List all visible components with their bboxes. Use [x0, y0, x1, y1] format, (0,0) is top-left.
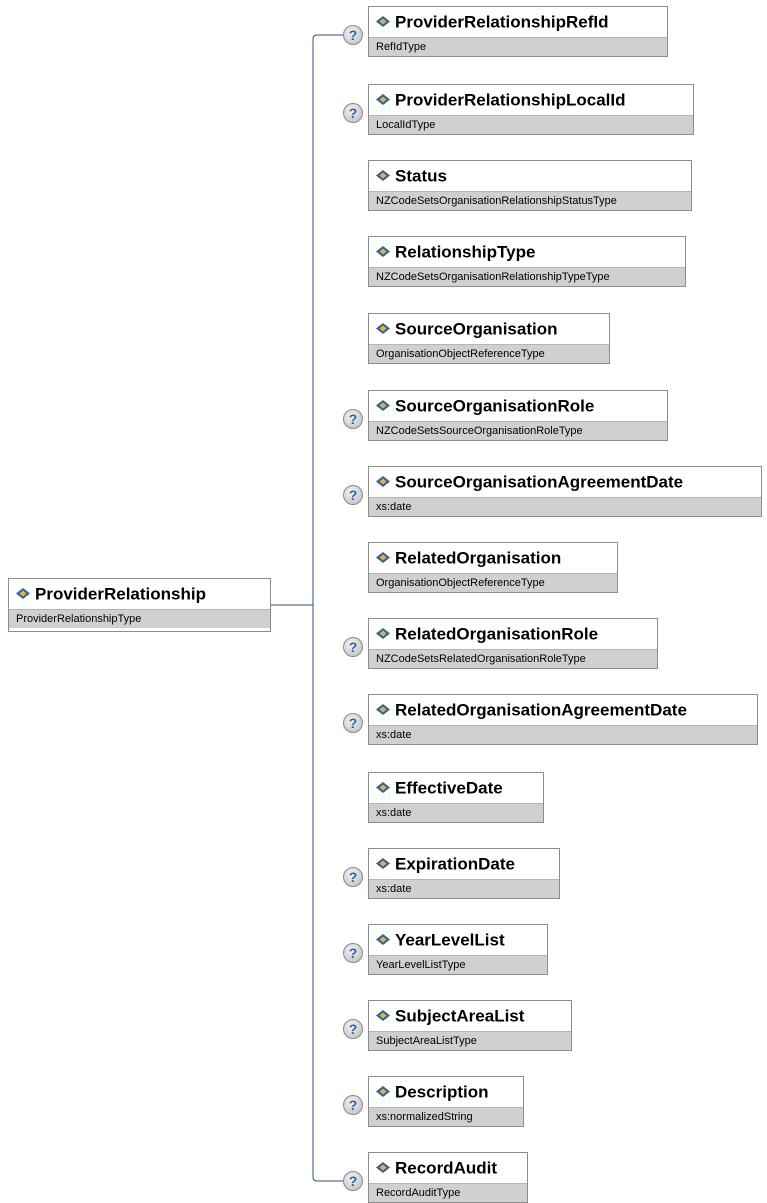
- optional-marker-icon: ?: [343, 485, 363, 505]
- root-element-title: ProviderRelationship: [9, 579, 270, 609]
- element-icon: [376, 1085, 390, 1097]
- element-name: ProviderRelationshipRefId: [395, 12, 609, 32]
- optional-marker-icon: ?: [343, 867, 363, 887]
- element-box[interactable]: EffectiveDate xs:date: [368, 772, 544, 823]
- element-box[interactable]: Description xs:normalizedString: [368, 1076, 524, 1127]
- element-box[interactable]: RelatedOrganisationAgreementDate xs:date: [368, 694, 758, 745]
- element-type: xs:date: [369, 725, 757, 744]
- element-type: RecordAuditType: [369, 1183, 527, 1202]
- element-type: RefIdType: [369, 37, 667, 56]
- element-icon: [16, 587, 30, 599]
- optional-marker-icon: ?: [343, 943, 363, 963]
- element-name: RecordAudit: [395, 1158, 497, 1178]
- element-icon: [376, 15, 390, 27]
- element-name: SourceOrganisationAgreementDate: [395, 472, 684, 492]
- element-box[interactable]: ProviderRelationshipRefId RefIdType: [368, 6, 668, 57]
- optional-marker-icon: ?: [343, 103, 363, 123]
- element-type: LocalIdType: [369, 115, 693, 134]
- element-type: xs:date: [369, 879, 559, 898]
- optional-marker-icon: ?: [343, 25, 363, 45]
- element-type: NZCodeSetsOrganisationRelationshipStatus…: [369, 191, 691, 210]
- optional-marker-icon: ?: [343, 1171, 363, 1191]
- element-title: Description: [369, 1077, 523, 1107]
- element-box[interactable]: SourceOrganisationRole NZCodeSetsSourceOr…: [368, 390, 668, 441]
- root-element-type: ProviderRelationshipType: [9, 609, 270, 628]
- element-icon: [376, 933, 390, 945]
- element-icon: [376, 1161, 390, 1173]
- element-name: ExpirationDate: [395, 854, 515, 874]
- element-name: Status: [395, 166, 447, 186]
- element-icon: [376, 245, 390, 257]
- element-name: RelationshipType: [395, 242, 536, 262]
- element-title: RelatedOrganisationAgreementDate: [369, 695, 757, 725]
- element-icon: [376, 703, 390, 715]
- root-element-box[interactable]: ProviderRelationship ProviderRelationshi…: [8, 578, 271, 632]
- optional-marker-icon: ?: [343, 1095, 363, 1115]
- sequence-bracket: [312, 34, 343, 1182]
- element-type: NZCodeSetsOrganisationRelationshipTypeTy…: [369, 267, 685, 286]
- element-type: xs:normalizedString: [369, 1107, 523, 1126]
- element-icon: [376, 781, 390, 793]
- element-title: SourceOrganisation: [369, 314, 609, 344]
- element-name: RelatedOrganisationRole: [395, 624, 599, 644]
- element-icon: [376, 1009, 390, 1021]
- element-title: SubjectAreaList: [369, 1001, 571, 1031]
- element-title: Status: [369, 161, 691, 191]
- element-type: xs:date: [369, 803, 543, 822]
- element-title: RelationshipType: [369, 237, 685, 267]
- element-type: xs:date: [369, 497, 761, 516]
- element-icon: [376, 169, 390, 181]
- element-title: EffectiveDate: [369, 773, 543, 803]
- element-box[interactable]: RelatedOrganisation OrganisationObjectRef…: [368, 542, 618, 593]
- element-box[interactable]: SourceOrganisation OrganisationObjectRefe…: [368, 313, 610, 364]
- root-element-name: ProviderRelationship: [35, 584, 206, 604]
- element-box[interactable]: SubjectAreaList SubjectAreaListType: [368, 1000, 572, 1051]
- optional-marker-icon: ?: [343, 637, 363, 657]
- element-box[interactable]: Status NZCodeSetsOrganisationRelationship…: [368, 160, 692, 211]
- element-name: SubjectAreaList: [395, 1006, 525, 1026]
- element-title: ProviderRelationshipRefId: [369, 7, 667, 37]
- element-box[interactable]: ProviderRelationshipLocalId LocalIdType: [368, 84, 694, 135]
- element-title: RelatedOrganisation: [369, 543, 617, 573]
- element-name: RelatedOrganisation: [395, 548, 562, 568]
- element-type: NZCodeSetsSourceOrganisationRoleType: [369, 421, 667, 440]
- element-type: OrganisationObjectReferenceType: [369, 573, 617, 592]
- element-title: ExpirationDate: [369, 849, 559, 879]
- element-title: RecordAudit: [369, 1153, 527, 1183]
- element-box[interactable]: YearLevelList YearLevelListType: [368, 924, 548, 975]
- element-icon: [376, 857, 390, 869]
- element-title: SourceOrganisationAgreementDate: [369, 467, 761, 497]
- element-icon: [376, 475, 390, 487]
- element-type: NZCodeSetsRelatedOrganisationRoleType: [369, 649, 657, 668]
- element-name: Description: [395, 1082, 489, 1102]
- element-icon: [376, 322, 390, 334]
- element-box[interactable]: RecordAudit RecordAuditType: [368, 1152, 528, 1203]
- element-name: SourceOrganisationRole: [395, 396, 595, 416]
- element-icon: [376, 93, 390, 105]
- element-type: SubjectAreaListType: [369, 1031, 571, 1050]
- element-box[interactable]: RelatedOrganisationRole NZCodeSetsRelated…: [368, 618, 658, 669]
- element-icon: [376, 551, 390, 563]
- optional-marker-icon: ?: [343, 409, 363, 429]
- element-type: OrganisationObjectReferenceType: [369, 344, 609, 363]
- element-name: YearLevelList: [395, 930, 505, 950]
- optional-marker-icon: ?: [343, 1019, 363, 1039]
- element-name: ProviderRelationshipLocalId: [395, 90, 626, 110]
- element-title: YearLevelList: [369, 925, 547, 955]
- element-box[interactable]: RelationshipType NZCodeSetsOrganisationRe…: [368, 236, 686, 287]
- element-box[interactable]: ExpirationDate xs:date: [368, 848, 560, 899]
- element-box[interactable]: SourceOrganisationAgreementDate xs:date: [368, 466, 762, 517]
- optional-marker-icon: ?: [343, 713, 363, 733]
- element-title: ProviderRelationshipLocalId: [369, 85, 693, 115]
- element-title: RelatedOrganisationRole: [369, 619, 657, 649]
- element-name: SourceOrganisation: [395, 319, 558, 339]
- element-name: EffectiveDate: [395, 778, 503, 798]
- element-name: RelatedOrganisationAgreementDate: [395, 700, 687, 720]
- element-icon: [376, 399, 390, 411]
- element-type: YearLevelListType: [369, 955, 547, 974]
- element-icon: [376, 627, 390, 639]
- element-title: SourceOrganisationRole: [369, 391, 667, 421]
